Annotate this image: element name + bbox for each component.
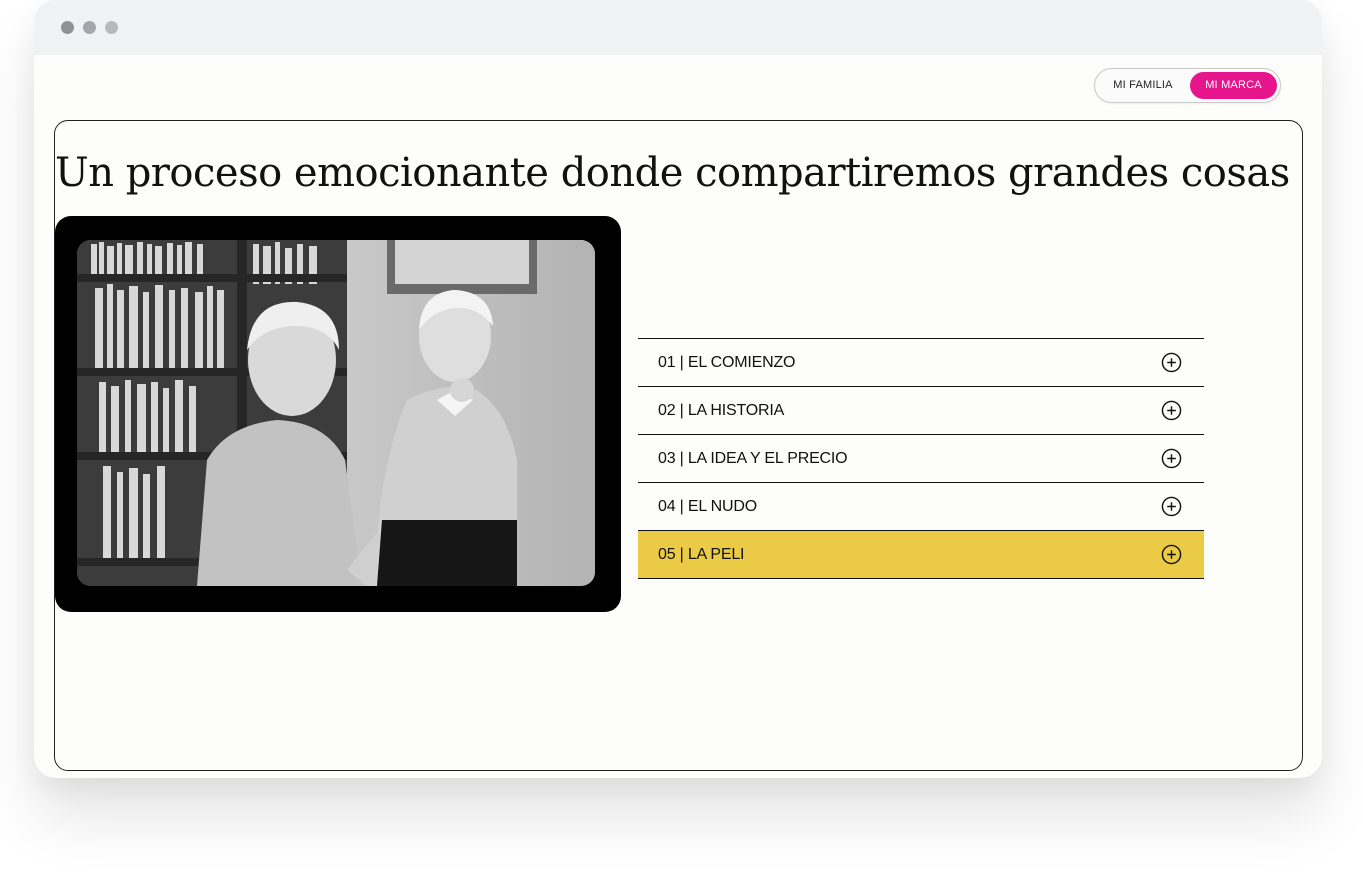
accordion-item-label: 02 | LA HISTORIA [658,401,785,419]
plus-circle-icon[interactable] [1161,496,1182,517]
close-dot[interactable] [61,21,74,34]
accordion-item-label: 05 | LA PELI [658,545,745,563]
window-titlebar [34,0,1322,55]
accordion-item-01[interactable]: 01 | EL COMIENZO [638,339,1204,387]
video-frame [77,240,595,586]
chapters-accordion: 01 | EL COMIENZO 02 | LA HISTORIA 03 | L… [638,338,1204,579]
plus-circle-icon[interactable] [1161,448,1182,469]
page-headline: Un proceso emocionante donde compartirem… [55,150,1290,196]
video-player[interactable] [55,216,621,612]
plus-circle-icon[interactable] [1161,544,1182,565]
accordion-item-label: 04 | EL NUDO [658,497,757,515]
accordion-item-03[interactable]: 03 | LA IDEA Y EL PRECIO [638,435,1204,483]
maximize-dot[interactable] [105,21,118,34]
accordion-item-label: 01 | EL COMIENZO [658,353,796,371]
plus-circle-icon[interactable] [1161,400,1182,421]
minimize-dot[interactable] [83,21,96,34]
toggle-option-mi-marca[interactable]: MI MARCA [1190,72,1277,99]
accordion-item-04[interactable]: 04 | EL NUDO [638,483,1204,531]
accordion-item-02[interactable]: 02 | LA HISTORIA [638,387,1204,435]
family-brand-toggle: MI FAMILIA MI MARCA [1094,68,1281,103]
plus-circle-icon[interactable] [1161,352,1182,373]
toggle-option-mi-familia[interactable]: MI FAMILIA [1099,72,1187,99]
video-still-image [77,240,595,586]
accordion-item-label: 03 | LA IDEA Y EL PRECIO [658,449,848,467]
accordion-item-05[interactable]: 05 | LA PELI [638,531,1204,579]
